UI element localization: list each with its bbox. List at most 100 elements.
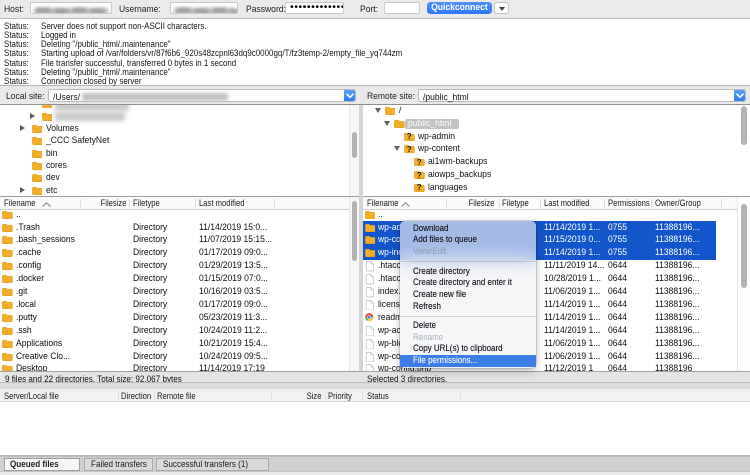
horizontal-splitter[interactable]: [0, 382, 750, 389]
file-row[interactable]: .bash_sessionsDirectory11/07/2019 15:15.…: [0, 234, 359, 247]
column-divider[interactable]: [118, 391, 119, 400]
disclosure-closed-icon[interactable]: [20, 187, 25, 193]
quickconnect-dropdown-button[interactable]: [494, 2, 509, 14]
column-divider[interactable]: [460, 391, 461, 400]
column-divider[interactable]: [604, 199, 605, 208]
queue-column-priority[interactable]: Priority: [328, 391, 356, 401]
quickconnect-button[interactable]: Quickconnect: [427, 2, 492, 14]
queue-column-size[interactable]: Size: [304, 391, 322, 401]
menu-item-create-new-file[interactable]: Create new file: [400, 289, 536, 301]
file-row[interactable]: .TrashDirectory11/14/2019 15:0...: [0, 221, 359, 234]
remote-site-combo[interactable]: /public_html: [418, 89, 746, 102]
tree-item-cores[interactable]: cores: [0, 160, 359, 172]
tree-item-dev[interactable]: dev: [0, 172, 359, 184]
redacted-text: [37, 8, 50, 13]
local-site-combo-button[interactable]: [344, 90, 356, 101]
tree-item-ai1wm-backups[interactable]: ?ai1wm-backups: [363, 156, 750, 168]
redacted-folder-name: [55, 112, 125, 121]
tree-item-public-html[interactable]: public_html: [363, 118, 750, 130]
disclosure-closed-icon[interactable]: [20, 125, 25, 131]
scrollbar-track[interactable]: [349, 197, 359, 371]
column-divider[interactable]: [540, 199, 541, 208]
password-input[interactable]: •••••••••••••: [285, 2, 344, 15]
file-row[interactable]: .localDirectory01/17/2019 09:0...: [0, 299, 359, 312]
menu-item-copy-url-s-to-clipboard[interactable]: Copy URL(s) to clipboard: [400, 343, 536, 355]
tree-item--[interactable]: /: [363, 105, 750, 117]
column-divider[interactable]: [446, 199, 447, 208]
queue-column-direction[interactable]: Direction: [121, 391, 157, 401]
column-divider[interactable]: [274, 199, 275, 208]
disclosure-open-icon[interactable]: [375, 108, 381, 113]
tree-item-languages[interactable]: ?languages: [363, 182, 750, 194]
column-divider[interactable]: [271, 391, 272, 400]
tab-successful-transfers-[interactable]: Successful transfers (1): [156, 458, 269, 471]
file-row[interactable]: .dockerDirectory01/15/2019 07:0...: [0, 273, 359, 286]
column-header-filesize[interactable]: Filesize: [96, 198, 127, 208]
column-divider[interactable]: [499, 199, 500, 208]
port-input[interactable]: [384, 2, 420, 15]
scrollbar-track[interactable]: [349, 105, 359, 196]
queue-column-status[interactable]: Status: [367, 391, 393, 401]
column-divider[interactable]: [129, 199, 130, 208]
menu-item-file-permissions-[interactable]: File permissions...: [400, 355, 536, 367]
file-cell: 10/24/2019 11:2...: [199, 326, 275, 337]
tree-item-wp-content[interactable]: ?wp-content: [363, 143, 750, 155]
tree-item-bin[interactable]: bin: [0, 148, 359, 160]
remote-site-combo-button[interactable]: [734, 90, 746, 101]
host-input[interactable]: [30, 2, 112, 15]
menu-item-download[interactable]: Download: [400, 223, 536, 235]
tree-item-wp-admin[interactable]: ?wp-admin: [363, 131, 750, 143]
file-row[interactable]: .puttyDirectory05/23/2019 11:3...: [0, 312, 359, 325]
menu-item-create-directory[interactable]: Create directory: [400, 266, 536, 278]
file-row[interactable]: Creative Clo...Directory10/24/2019 09:5.…: [0, 350, 359, 363]
scrollbar-track[interactable]: [740, 105, 748, 196]
tree-item[interactable]: [0, 111, 359, 123]
tree-item--ccc-safetynet[interactable]: _CCC SafetyNet: [0, 135, 359, 147]
menu-item-create-directory-and-enter-it[interactable]: Create directory and enter it: [400, 277, 536, 289]
column-header-last-modified[interactable]: Last modified: [199, 198, 253, 208]
file-row[interactable]: DesktopDirectory11/14/2019 17:19: [0, 363, 359, 371]
tree-item-aiowps-backups[interactable]: ?aiowps_backups: [363, 169, 750, 181]
queue-column-remote-file[interactable]: Remote file: [157, 391, 203, 401]
file-row[interactable]: .gitDirectory10/16/2019 03:5...: [0, 286, 359, 299]
queue-column-server-local-file[interactable]: Server/Local file: [4, 391, 69, 401]
disclosure-open-icon[interactable]: [394, 146, 400, 151]
file-row[interactable]: .sshDirectory10/24/2019 11:2...: [0, 325, 359, 338]
tab-failed-transfers[interactable]: Failed transfers: [84, 458, 153, 471]
column-header-filename[interactable]: Filename: [367, 198, 404, 208]
scrollbar-thumb[interactable]: [352, 132, 358, 158]
username-input[interactable]: [170, 2, 238, 15]
local-site-combo[interactable]: /Users/: [48, 89, 356, 102]
column-divider[interactable]: [325, 391, 326, 400]
file-row[interactable]: ApplicationsDirectory10/21/2019 15:4...: [0, 338, 359, 351]
column-divider[interactable]: [362, 391, 363, 400]
column-header-filesize[interactable]: Filesize: [464, 198, 495, 208]
tree-item-volumes[interactable]: Volumes: [0, 123, 359, 135]
scrollbar-thumb[interactable]: [741, 204, 747, 288]
tree-item-etc[interactable]: etc: [0, 185, 359, 197]
column-header-filetype[interactable]: Filetype: [133, 198, 165, 208]
column-divider[interactable]: [651, 199, 652, 208]
column-header-filetype[interactable]: Filetype: [502, 198, 534, 208]
file-row[interactable]: .cacheDirectory01/17/2019 09:0...: [0, 247, 359, 260]
disclosure-closed-icon[interactable]: [30, 113, 35, 119]
column-divider[interactable]: [80, 199, 81, 208]
menu-item-delete[interactable]: Delete: [400, 320, 536, 332]
tab-queued-files[interactable]: Queued files: [4, 458, 81, 471]
scrollbar-thumb[interactable]: [352, 201, 358, 261]
column-divider[interactable]: [154, 391, 155, 400]
file-row[interactable]: .configDirectory01/29/2019 13:5...: [0, 260, 359, 273]
menu-item-refresh[interactable]: Refresh: [400, 301, 536, 313]
file-row[interactable]: ..: [363, 209, 750, 222]
column-header-last-modified[interactable]: Last modified: [544, 198, 598, 208]
menu-item-add-files-to-queue[interactable]: Add files to queue: [400, 234, 536, 246]
file-row[interactable]: ..: [0, 209, 359, 222]
disclosure-open-icon[interactable]: [384, 121, 390, 126]
column-divider[interactable]: [721, 199, 722, 208]
scrollbar-track[interactable]: [737, 197, 750, 371]
column-header-filename[interactable]: Filename: [4, 198, 41, 208]
column-divider[interactable]: [195, 199, 196, 208]
scrollbar-thumb[interactable]: [741, 106, 747, 145]
column-header-permissions[interactable]: Permissions: [608, 198, 657, 208]
column-header-owner-group[interactable]: Owner/Group: [655, 198, 709, 208]
